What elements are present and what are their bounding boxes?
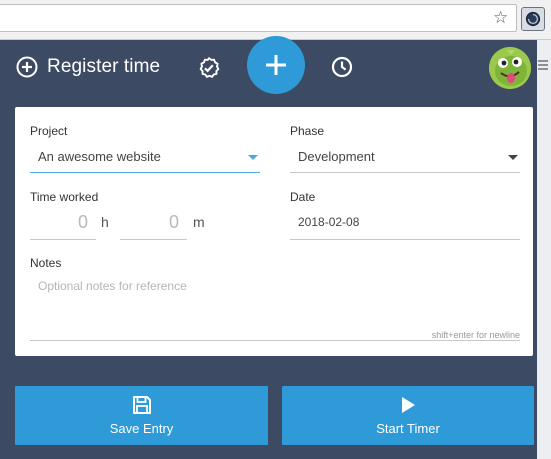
add-circle-icon — [16, 56, 38, 78]
time-entry-form: Project An awesome website Phase Develop… — [15, 107, 533, 356]
minutes-value: 0 — [168, 212, 179, 232]
project-label: Project — [30, 124, 68, 138]
phase-select[interactable]: Development — [290, 143, 520, 173]
hours-input[interactable]: 0 — [30, 207, 96, 240]
check-badge-icon[interactable] — [197, 56, 221, 85]
avatar[interactable] — [489, 47, 531, 89]
menu-icon[interactable] — [538, 60, 548, 70]
address-bar[interactable] — [0, 4, 517, 32]
project-select[interactable]: An awesome website — [30, 143, 260, 173]
play-icon — [399, 395, 417, 418]
minutes-unit: m — [193, 214, 205, 230]
star-icon[interactable]: ☆ — [493, 8, 508, 28]
date-input[interactable]: 2018-02-08 — [290, 207, 520, 240]
clock-icon[interactable] — [331, 56, 353, 83]
time-tracker-popup: Register time Project An awesome website… — [0, 36, 537, 459]
phase-value: Development — [298, 149, 375, 164]
date-value: 2018-02-08 — [298, 215, 360, 229]
popup-header: Register time — [0, 36, 537, 96]
start-timer-label: Start Timer — [376, 421, 440, 436]
notes-textarea[interactable]: Optional notes for reference shift+enter… — [30, 273, 520, 341]
register-time-tab[interactable]: Register time — [16, 56, 160, 78]
time-worked-label: Time worked — [30, 190, 99, 204]
chevron-down-icon — [508, 155, 518, 160]
phase-underline — [290, 172, 520, 173]
page-scroll-edge — [537, 40, 551, 459]
start-timer-button[interactable]: Start Timer — [282, 386, 534, 445]
project-underline — [30, 172, 260, 173]
phase-label: Phase — [290, 124, 325, 138]
save-entry-label: Save Entry — [109, 421, 174, 436]
chevron-down-icon — [248, 155, 258, 160]
floppy-disk-icon — [132, 395, 152, 418]
add-entry-button[interactable] — [247, 36, 305, 94]
notes-placeholder: Optional notes for reference — [38, 279, 187, 293]
save-entry-button[interactable]: Save Entry — [15, 386, 268, 445]
hours-underline — [30, 239, 96, 240]
date-underline — [290, 239, 520, 240]
project-value: An awesome website — [38, 149, 161, 164]
newline-hint: shift+enter for newline — [431, 330, 520, 340]
notes-underline — [30, 340, 520, 341]
hours-unit: h — [101, 214, 109, 230]
minutes-underline — [120, 239, 187, 240]
minutes-input[interactable]: 0 — [120, 207, 187, 240]
extension-clock-icon[interactable] — [521, 7, 545, 31]
notes-label: Notes — [30, 256, 62, 270]
plus-icon — [266, 55, 286, 75]
date-label: Date — [290, 190, 316, 204]
page-title: Register time — [47, 56, 161, 77]
hours-value: 0 — [77, 212, 88, 232]
browser-toolbar: ☆ — [0, 0, 551, 40]
